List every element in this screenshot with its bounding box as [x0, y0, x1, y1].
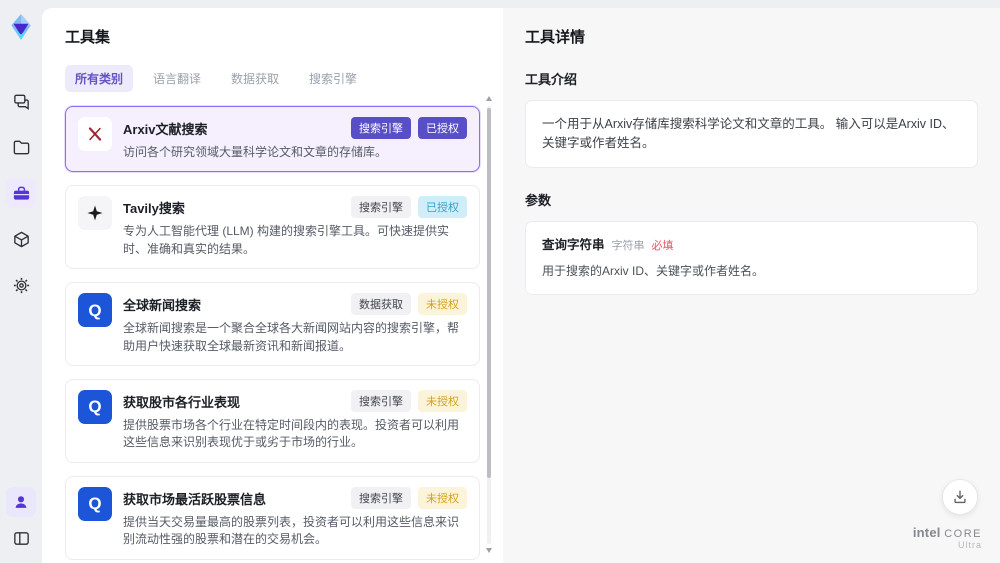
- tool-card-global-news[interactable]: Q 全球新闻搜索 数据获取 未授权 全球新闻搜索是一个聚合全球各大新闻网站内容的…: [65, 282, 480, 366]
- tool-card-tavily[interactable]: Tavily搜索 搜索引擎 已授权 专为人工智能代理 (LLM) 构建的搜索引擎…: [65, 185, 480, 270]
- sidebar-item-toolbox[interactable]: [6, 178, 36, 208]
- tab-language-translation[interactable]: 语言翻译: [143, 65, 211, 92]
- scrollbar-up-arrow[interactable]: [486, 96, 492, 101]
- cube-icon: [12, 230, 31, 249]
- tool-name: Arxiv文献搜索: [123, 122, 208, 137]
- active-stocks-icon: Q: [78, 486, 112, 521]
- sidebar-item-account[interactable]: [6, 487, 36, 517]
- tavily-star-icon: [78, 196, 112, 231]
- tool-detail-panel: 工具详情 工具介绍 一个用于从Arxiv存储库搜索科学论文和文章的工具。 输入可…: [503, 8, 1000, 563]
- tool-description: 提供股票市场各个行业在特定时间段内的表现。投资者可以利用这些信息来识别表现优于或…: [123, 417, 460, 450]
- chat-icon: [12, 92, 31, 111]
- tool-card-arxiv[interactable]: Arxiv文献搜索 搜索引擎 已授权 访问各个研究领域大量科学论文和文章的存储库…: [65, 106, 480, 173]
- param-required-flag: 必填: [651, 239, 674, 252]
- stock-sector-icon: Q: [78, 389, 112, 424]
- sidebar: [0, 0, 42, 563]
- params-heading: 参数: [525, 192, 552, 208]
- auth-status-badge: 已授权: [418, 117, 467, 139]
- arxiv-logo-icon: [78, 117, 112, 151]
- global-news-icon: Q: [78, 293, 112, 328]
- category-badge: 数据获取: [351, 293, 411, 316]
- auth-status-badge: 未授权: [418, 389, 467, 412]
- main-content: 工具集 所有类别 语言翻译 数据获取 搜索引擎 Arxiv文献搜索 搜索引擎 已…: [42, 8, 1000, 563]
- user-icon: [12, 493, 30, 511]
- core-wordmark: CORE: [944, 527, 982, 540]
- download-icon: [951, 488, 969, 506]
- sidebar-item-files[interactable]: [6, 132, 36, 162]
- intro-heading: 工具介绍: [525, 72, 578, 87]
- tab-search-engine[interactable]: 搜索引擎: [299, 65, 367, 92]
- category-badge: 搜索引擎: [351, 196, 411, 219]
- sidebar-item-collapse[interactable]: [6, 523, 36, 553]
- category-badge: 搜索引擎: [351, 117, 411, 139]
- tool-description: 专为人工智能代理 (LLM) 构建的搜索引擎工具。可快速提供实时、准确和真实的结…: [123, 224, 450, 256]
- tab-data-fetch[interactable]: 数据获取: [221, 65, 289, 92]
- folder-icon: [12, 138, 31, 157]
- scrollbar-thumb[interactable]: [487, 108, 491, 478]
- tool-name: Tavily搜索: [123, 201, 185, 217]
- param-type: 字符串: [611, 239, 645, 252]
- app-logo-icon: [6, 12, 36, 42]
- tool-card-active-stocks[interactable]: Q 获取市场最活跃股票信息 搜索引擎 未授权 提供当天交易量最高的股票列表，投资…: [65, 475, 480, 560]
- tool-name: 获取市场最活跃股票信息: [123, 491, 267, 507]
- sidebar-item-settings[interactable]: [6, 270, 36, 300]
- tool-name: 获取股市各行业表现: [123, 394, 241, 410]
- auth-status-badge: 未授权: [418, 486, 467, 509]
- download-button[interactable]: [942, 479, 978, 515]
- tool-card-stock-sectors[interactable]: Q 获取股市各行业表现 搜索引擎 未授权 提供股票市场各个行业在特定时间段内的表…: [65, 378, 480, 463]
- page-title: 工具集: [65, 29, 111, 46]
- scrollbar-down-arrow[interactable]: [486, 548, 492, 553]
- toolbox-icon: [12, 184, 31, 203]
- parameter-card: 查询字符串 字符串 必填 用于搜索的Arxiv ID、关键字或作者姓名。: [525, 220, 978, 296]
- category-badge: 搜索引擎: [351, 486, 411, 509]
- sidebar-item-models[interactable]: [6, 224, 36, 254]
- tool-intro-text: 一个用于从Arxiv存储库搜索科学论文和文章的工具。 输入可以是Arxiv ID…: [525, 100, 978, 168]
- category-tabs: 所有类别 语言翻译 数据获取 搜索引擎: [65, 65, 477, 92]
- panel-toggle-icon: [12, 529, 31, 548]
- ultra-wordmark: Ultra: [957, 540, 982, 551]
- detail-panel-title: 工具详情: [525, 29, 586, 46]
- tool-description: 访问各个研究领域大量科学论文和文章的存储库。: [123, 145, 388, 159]
- param-name: 查询字符串: [542, 237, 605, 252]
- tool-name: 全球新闻搜索: [123, 298, 202, 314]
- app-window: 工具集 所有类别 语言翻译 数据获取 搜索引擎 Arxiv文献搜索 搜索引擎 已…: [0, 0, 1000, 563]
- sidebar-item-chat[interactable]: [6, 86, 36, 116]
- tool-list-panel: 工具集 所有类别 语言翻译 数据获取 搜索引擎 Arxiv文献搜索 搜索引擎 已…: [42, 8, 503, 563]
- tool-description: 提供当天交易量最高的股票列表，投资者可以利用这些信息来识别流动性强的股票和潜在的…: [123, 514, 460, 547]
- tab-all-categories[interactable]: 所有类别: [65, 65, 134, 92]
- intel-wordmark: intel: [912, 524, 941, 540]
- tool-description: 全球新闻搜索是一个聚合全球各大新闻网站内容的搜索引擎，帮助用户快速获取全球最新资…: [123, 321, 460, 353]
- settings-icon: [12, 276, 31, 295]
- param-description: 用于搜索的Arxiv ID、关键字或作者姓名。: [542, 264, 765, 279]
- auth-status-badge: 已授权: [418, 196, 467, 219]
- auth-status-badge: 未授权: [418, 293, 467, 316]
- category-badge: 搜索引擎: [351, 389, 411, 412]
- intel-core-logo: intel CORE Ultra: [912, 524, 982, 551]
